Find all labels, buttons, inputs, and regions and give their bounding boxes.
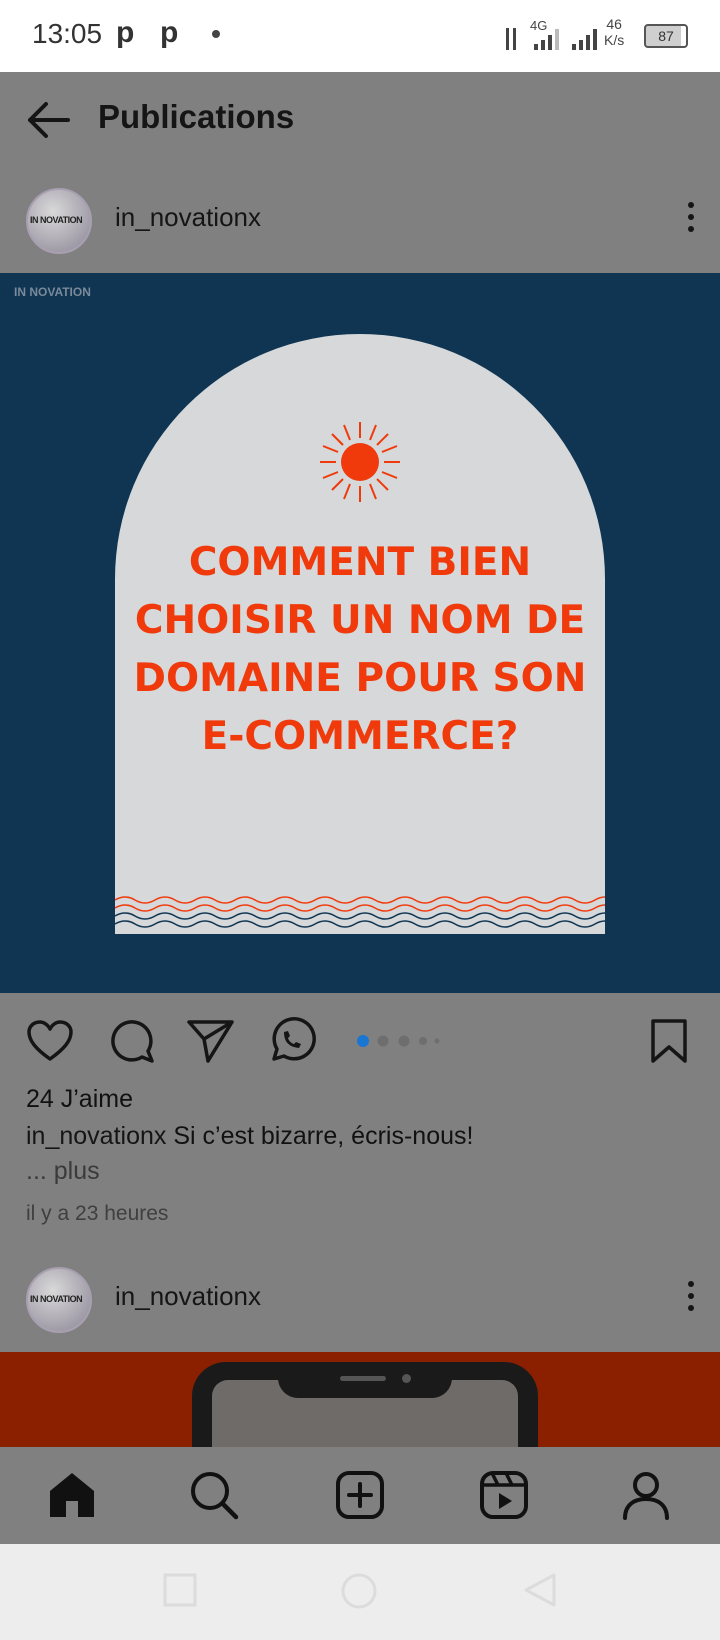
- more-options-icon[interactable]: [688, 202, 696, 238]
- post-image[interactable]: [0, 1352, 720, 1447]
- caption-username[interactable]: in_novationx: [26, 1122, 166, 1150]
- reels-icon[interactable]: [478, 1469, 530, 1521]
- profile-icon[interactable]: [620, 1469, 672, 1521]
- notification-dot-icon: [212, 30, 220, 38]
- status-time: 13:05: [32, 18, 103, 49]
- heart-icon[interactable]: [26, 1019, 74, 1063]
- likes-count[interactable]: 24 J’aime: [26, 1085, 133, 1114]
- recent-apps-icon[interactable]: [162, 1572, 198, 1608]
- phone-notch: [278, 1362, 452, 1398]
- headline-line: COMMENT BIEN: [188, 540, 532, 585]
- avatar-logo-text: IN NOVATION: [30, 1294, 83, 1304]
- notification-p-icon: p: [116, 16, 135, 49]
- carousel-indicator: [357, 1035, 440, 1047]
- whatsapp-icon[interactable]: [266, 1015, 316, 1065]
- headline-line: E-COMMERCE?: [201, 714, 519, 759]
- sun-icon: [320, 422, 400, 502]
- home-icon[interactable]: [46, 1469, 98, 1521]
- speed-value: 46: [606, 16, 622, 32]
- post-caption: in_novationx Si c’est bizarre, écris-nou…: [26, 1122, 473, 1151]
- system-navigation-bar: [0, 1544, 720, 1640]
- battery-icon: 87: [644, 24, 688, 48]
- phone-illustration: [192, 1362, 538, 1447]
- comment-icon[interactable]: [108, 1017, 156, 1065]
- send-icon[interactable]: [186, 1017, 236, 1065]
- brand-logo: IN NOVATION: [14, 285, 91, 299]
- page-title: Publications: [98, 98, 295, 135]
- home-circle-icon[interactable]: [340, 1572, 378, 1610]
- caption-text: Si c’est bizarre, écris-nous!: [173, 1122, 474, 1150]
- network-label: 4G: [530, 18, 548, 33]
- avatar[interactable]: IN NOVATION: [26, 188, 92, 254]
- avatar[interactable]: IN NOVATION: [26, 1267, 92, 1333]
- post-username[interactable]: in_novationx: [115, 202, 261, 233]
- speed-indicator: 46 K/s: [604, 16, 624, 48]
- post-arch-card: COMMENT BIEN CHOISIR UN NOM DE DOMAINE P…: [115, 334, 605, 934]
- search-icon[interactable]: [188, 1469, 240, 1521]
- back-arrow-icon[interactable]: [24, 98, 74, 142]
- bottom-navigation: [0, 1447, 720, 1544]
- more-link[interactable]: ... plus: [26, 1157, 100, 1186]
- headline-line: CHOISIR UN NOM DE: [134, 598, 586, 643]
- back-triangle-icon[interactable]: [522, 1572, 558, 1608]
- add-post-icon[interactable]: [334, 1469, 386, 1521]
- speed-unit: K/s: [604, 32, 625, 48]
- notification-p-icon: p: [160, 16, 179, 49]
- headline-line: DOMAINE POUR SON: [133, 656, 587, 701]
- post-timestamp: il y a 23 heures: [26, 1202, 169, 1225]
- post-image[interactable]: IN NOVATION COMMENT BIEN CHOISIR UN NOM …: [0, 273, 720, 993]
- post-header: IN NOVATION in_novationx: [0, 1253, 720, 1343]
- post-header: IN NOVATION in_novationx: [0, 174, 720, 264]
- status-bar: 13:05 p p 4G 46 K/s 87: [0, 0, 720, 72]
- avatar-logo-text: IN NOVATION: [30, 215, 83, 225]
- bookmark-icon[interactable]: [648, 1017, 690, 1065]
- post-username[interactable]: in_novationx: [115, 1281, 261, 1312]
- more-options-icon[interactable]: [688, 1281, 696, 1317]
- post-headline: COMMENT BIEN CHOISIR UN NOM DE DOMAINE P…: [115, 534, 605, 766]
- battery-level: 87: [658, 28, 674, 44]
- post-actions: [0, 1005, 720, 1075]
- wave-decoration: [115, 896, 605, 928]
